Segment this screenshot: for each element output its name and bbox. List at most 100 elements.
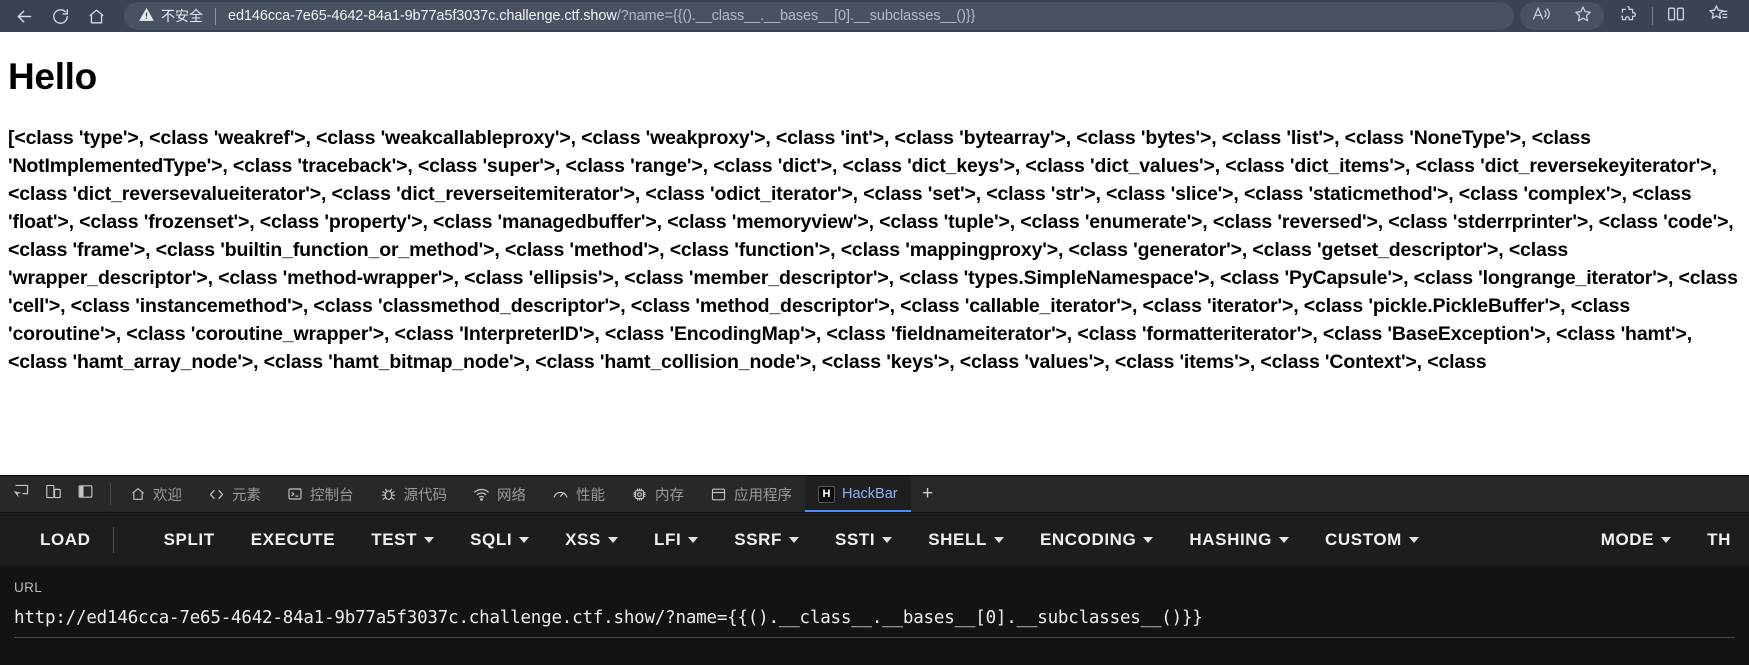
chevron-down-icon	[789, 536, 800, 543]
devtools-tab-label: 应用程序	[734, 487, 792, 504]
browser-toolbar: 不安全 ed146cca-7e65-4642-84a1-9b77a5f3037c…	[0, 0, 1749, 32]
hackbar-url-value: http://ed146cca-7e65-4642-84a1-9b77a5f30…	[14, 608, 1203, 628]
inspect-element-button[interactable]	[8, 481, 34, 507]
hackbar-body: URL http://ed146cca-7e65-4642-84a1-9b77a…	[0, 566, 1749, 665]
page-content: Hello [<class 'type'>, <class 'weakref'>…	[0, 32, 1749, 475]
url-query: /?name={{().__class__.__bases__[0].__sub…	[616, 8, 976, 24]
read-aloud-button[interactable]	[1520, 2, 1562, 30]
hackbar-shell-menu[interactable]: SHELL	[910, 530, 1022, 550]
hackbar-split-button[interactable]: SPLIT	[146, 530, 233, 550]
address-bar[interactable]: 不安全 ed146cca-7e65-4642-84a1-9b77a5f3037c…	[124, 2, 1514, 30]
collections-icon	[1708, 3, 1729, 29]
devtools-tab-welcome[interactable]: 欢迎	[117, 476, 195, 512]
bug-icon	[380, 486, 397, 503]
hackbar-encoding-menu[interactable]: ENCODING	[1022, 530, 1171, 550]
toolbar-divider	[1652, 7, 1653, 25]
wifi-icon	[473, 486, 490, 503]
inspect-element-icon	[13, 483, 30, 505]
chevron-down-icon	[1143, 536, 1154, 543]
chevron-down-icon	[882, 536, 893, 543]
hackbar-xss-menu[interactable]: XSS	[547, 530, 636, 550]
chevron-down-icon	[1661, 536, 1672, 543]
hackbar-hashing-menu[interactable]: HASHING	[1171, 530, 1307, 550]
hackbar-theme-menu[interactable]: TH	[1689, 530, 1749, 550]
hackbar-menu-label: SSRF	[734, 529, 783, 549]
devtools-tab-memory[interactable]: 内存	[618, 476, 697, 512]
hackbar-mode-menu[interactable]: MODE	[1583, 530, 1689, 550]
dock-side-icon	[77, 483, 94, 505]
devtools-tool-buttons	[0, 476, 104, 512]
hackbar-menu-label: TEST	[371, 529, 418, 549]
extensions-button[interactable]	[1608, 2, 1650, 30]
page-title: Hello	[8, 56, 97, 97]
chevron-down-icon	[1408, 536, 1419, 543]
hackbar-toolbar: LOAD SPLIT EXECUTE TEST SQLI XSS LFI SSR…	[0, 513, 1749, 566]
browser-actions	[1520, 2, 1739, 30]
hackbar-menu-label: SPLIT	[163, 529, 215, 549]
favorite-star-icon	[1573, 4, 1593, 29]
hackbar-menu-label: SQLI	[470, 529, 513, 549]
split-screen-button[interactable]	[1655, 2, 1697, 30]
box-icon	[710, 486, 727, 503]
extensions-puzzle-icon	[1619, 4, 1639, 29]
hackbar-menu-label: SSTI	[835, 529, 876, 549]
devtools-tab-elements[interactable]: 元素	[195, 476, 274, 512]
back-arrow-icon	[14, 6, 35, 27]
add-devtools-tab-button[interactable]: +	[911, 476, 945, 512]
hackbar-custom-menu[interactable]: CUSTOM	[1307, 530, 1437, 550]
hackbar-menu-label: TH	[1707, 529, 1731, 549]
hackbar-menu-label: CUSTOM	[1324, 529, 1402, 549]
hackbar-logo-icon: H	[818, 485, 835, 503]
home-icon	[87, 7, 106, 26]
hackbar-toolbar-divider	[112, 526, 114, 553]
hackbar-ssti-menu[interactable]: SSTI	[817, 530, 910, 550]
devtools-tab-console[interactable]: 控制台	[274, 476, 367, 512]
reload-icon	[51, 7, 70, 26]
hackbar-lfi-menu[interactable]: LFI	[636, 530, 716, 550]
warning-triangle-icon	[138, 6, 155, 26]
back-button[interactable]	[6, 2, 42, 30]
hackbar-menu-label: ENCODING	[1039, 529, 1137, 549]
hackbar-ssrf-menu[interactable]: SSRF	[716, 530, 817, 550]
favorite-button[interactable]	[1562, 2, 1604, 30]
chevron-down-icon	[519, 536, 530, 543]
hackbar-menu-label: MODE	[1600, 529, 1655, 549]
hackbar-test-menu[interactable]: TEST	[353, 530, 452, 550]
hackbar-menu-label: HASHING	[1189, 529, 1272, 549]
hackbar-execute-button[interactable]: EXECUTE	[233, 530, 354, 550]
security-indicator[interactable]: 不安全	[138, 6, 203, 26]
hackbar-menu-label: LFI	[654, 529, 682, 549]
hackbar-menu-label: EXECUTE	[250, 529, 336, 549]
devtools-panel: 欢迎 元素 控制台 源代码 网络 性能 内存 应用程序 H HackBar + …	[0, 475, 1749, 665]
devtools-tab-label: HackBar	[842, 486, 898, 502]
devtools-divider	[110, 483, 111, 505]
devtools-tab-network[interactable]: 网络	[460, 476, 539, 512]
devtools-tab-label: 源代码	[403, 487, 448, 504]
devtools-tab-label: 元素	[232, 487, 261, 504]
split-screen-icon	[1666, 4, 1686, 29]
dock-side-button[interactable]	[72, 481, 98, 507]
devtools-tab-label: 欢迎	[153, 487, 182, 504]
device-toolbar-icon	[45, 483, 62, 505]
devtools-tab-label: 内存	[655, 487, 684, 504]
omnibox-actions-group	[1520, 2, 1604, 30]
hackbar-sqli-menu[interactable]: SQLI	[452, 530, 547, 550]
collections-button[interactable]	[1697, 2, 1739, 30]
devtools-tabbar: 欢迎 元素 控制台 源代码 网络 性能 内存 应用程序 H HackBar +	[0, 476, 1749, 513]
chevron-down-icon	[688, 536, 699, 543]
hackbar-load-button[interactable]: LOAD	[22, 530, 109, 550]
devtools-tab-application[interactable]: 应用程序	[697, 476, 805, 512]
hackbar-url-field[interactable]: http://ed146cca-7e65-4642-84a1-9b77a5f30…	[14, 608, 1735, 638]
security-label: 不安全	[161, 8, 203, 24]
home-button[interactable]	[78, 2, 114, 30]
reload-button[interactable]	[42, 2, 78, 30]
devtools-tab-performance[interactable]: 性能	[539, 476, 618, 512]
code-brackets-icon	[208, 486, 225, 503]
hackbar-menu-label: SHELL	[928, 529, 987, 549]
gauge-icon	[552, 486, 569, 503]
url-host: ed146cca-7e65-4642-84a1-9b77a5f3037c.cha…	[228, 8, 617, 24]
devtools-tab-sources[interactable]: 源代码	[367, 476, 461, 512]
hackbar-url-label: URL	[14, 580, 43, 595]
device-toolbar-button[interactable]	[40, 481, 66, 507]
devtools-tab-hackbar[interactable]: H HackBar	[805, 476, 911, 512]
